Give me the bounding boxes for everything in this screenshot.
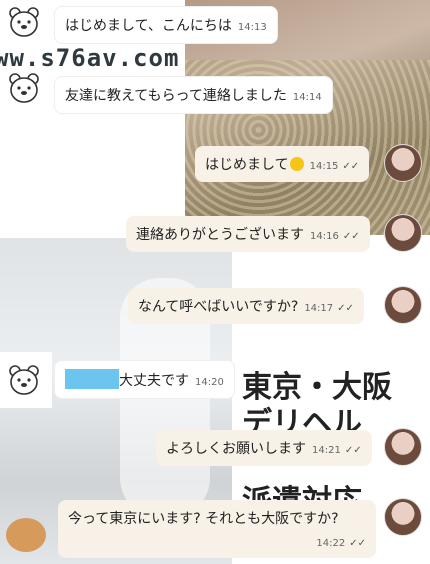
message-text: 連絡ありがとうございます [136,227,304,243]
message-text: よろしくお願いします [166,441,306,457]
message-bubble[interactable]: よろしくお願いします 14:21 ✓✓ [156,430,372,466]
message-bubble[interactable]: 連絡ありがとうございます 14:16 ✓✓ [126,216,370,252]
smiling-face-icon [289,157,304,171]
message-time: 14:16 [310,231,339,242]
message-time: 14:20 [195,377,224,388]
message-time: 14:22 [316,538,346,549]
bear-avatar-icon[interactable] [4,2,44,42]
user-avatar[interactable] [384,286,422,324]
user-avatar[interactable] [384,498,422,536]
user-avatar[interactable] [384,144,422,182]
message-bubble[interactable]: 今って東京にいます? それとも大阪ですか? 14:22 ✓✓ [58,500,376,558]
message-text: 今って東京にいます? それとも大阪ですか? [68,511,339,527]
message-text: 友達に教えてもらって連絡しました [65,88,287,104]
redaction-block [65,369,119,389]
message-text: 大丈夫です [119,373,189,389]
read-ticks-icon: ✓✓ [342,231,360,242]
message-time: 14:17 [304,303,334,314]
message-time: 14:21 [312,445,341,456]
message-text: はじめまして [205,157,289,173]
read-ticks-icon: ✓✓ [342,161,360,172]
message-time: 14:14 [292,92,322,103]
message-bubble[interactable]: 大丈夫です 14:20 [54,360,235,399]
read-ticks-icon: ✓✓ [337,303,354,314]
message-text: はじめまして、こんにちは [65,18,232,34]
message-bubble[interactable]: なんて呼べばいいですか? 14:17 ✓✓ [128,288,364,324]
message-time: 14:15 [309,161,339,172]
read-ticks-icon: ✓✓ [344,445,362,456]
message-text: なんて呼べばいいですか? [138,299,299,315]
bear-toy-image [6,518,46,552]
message-bubble[interactable]: はじめまして、こんにちは 14:13 [54,6,278,44]
message-time: 14:13 [237,22,267,33]
message-bubble[interactable]: はじめまして 14:15 ✓✓ [195,146,370,182]
message-bubble[interactable]: 友達に教えてもらって連絡しました 14:14 [54,76,333,114]
bear-avatar-icon[interactable] [4,68,44,108]
user-avatar[interactable] [384,428,422,466]
user-avatar[interactable] [384,214,422,252]
bear-avatar-icon[interactable] [4,360,44,400]
read-ticks-icon: ✓✓ [349,538,366,549]
